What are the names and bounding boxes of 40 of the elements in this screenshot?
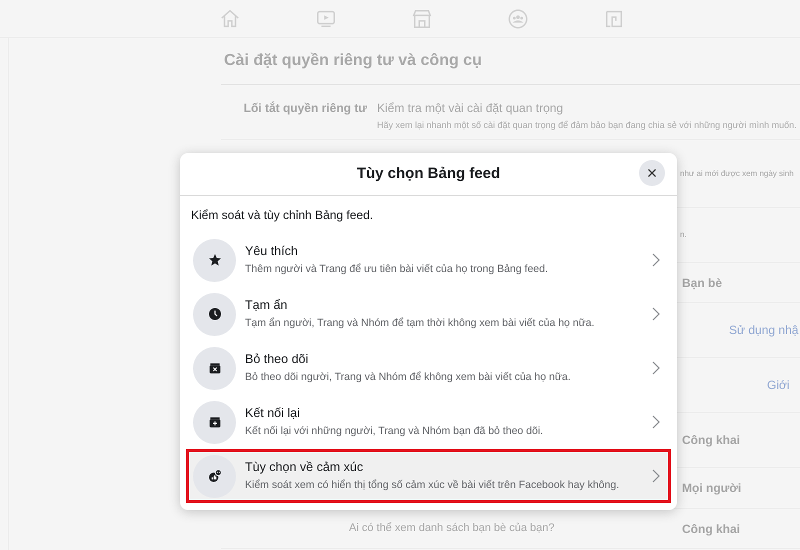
home-icon[interactable] [219,8,241,30]
dialog-title: Tùy chọn Bảng feed [356,164,500,184]
item-description: Tạm ẩn người, Trang và Nhóm để tạm thời không xem bài viết của họ nữa. [245,316,596,331]
store-icon[interactable] [411,8,433,30]
reaction-icon [206,468,222,484]
item-title: Tùy chọn về cảm xúc [245,459,364,476]
close-button[interactable]: × [639,160,665,186]
chevron-right-icon [652,415,660,429]
item-title: Yêu thích [245,243,299,260]
item-title: Tạm ẩn [245,297,288,314]
item-description: Thêm người và Trang để ưu tiên bài viết của họ trong Bảng feed. [245,262,549,277]
page-title: Cài đặt quyền riêng tư và công cụ [224,51,482,71]
setting-value: Mọi người [681,480,742,497]
setting-value: Bạn bè [681,274,722,292]
menu-item[interactable]: Yêu thích Thêm người và Trang để ưu tiên bài viết của họ trong Bảng feed. [186,233,671,287]
setting-value: như ai mới được xem ngày sinh [679,168,794,180]
menu-item[interactable]: Bỏ theo dõi Bỏ theo dõi người, Trang và Nhóm để không xem bài viết của họ nữa. [186,341,671,395]
setting-heading: Kiểm tra một vài cài đặt quan trọng [377,100,564,117]
menu-item[interactable]: Tạm ẩn Tạm ẩn người, Trang và Nhóm để tạm thời không xem bài viết của họ nữa. [186,287,671,341]
setting-value: Công khai [681,520,740,538]
group-icon[interactable] [507,8,529,30]
item-description: Kết nối lại với những người, Trang và Nhóm bạn đã bỏ theo dõi. [245,424,544,439]
clock-icon [206,306,222,322]
setting-value: Công khai [681,432,740,449]
chevron-right-icon [652,361,660,375]
setting-value: n. [679,229,687,241]
menu-item[interactable]: Kết nối lại Kết nối lại với những người, Trang và Nhóm bạn đã bỏ theo dõi. [186,395,671,449]
chevron-right-icon [652,469,660,483]
item-description: Kiểm soát xem có hiển thị tổng số cảm xúc về bài viết trên Facebook hay không. [245,478,620,493]
setting-description: Hãy xem lại nhanh một số cài đặt quan trọng để đảm bảo bạn đang chia sẻ với những người mình muốn. [377,119,797,132]
chevron-right-icon [652,307,660,321]
item-title: Kết nối lại [245,405,301,422]
dialog-subtitle: Kiểm soát và tùy chỉnh Bảng feed. [191,207,374,224]
item-description: Bỏ theo dõi người, Trang và Nhóm để không xem bài viết của họ nữa. [245,370,572,385]
chevron-right-icon [652,253,660,267]
star-icon [206,252,222,268]
menu-item[interactable]: Tùy chọn về cảm xúc Kiểm soát xem có hiển thị tổng số cảm xúc về bài viết trên Facebook hay không. [186,449,671,503]
item-title: Bỏ theo dõi [245,351,310,368]
setting-label: Lối tắt quyền riêng tư [242,100,368,117]
setting-question: Ai có thể xem danh sách bạn bè của bạn? [349,521,554,536]
